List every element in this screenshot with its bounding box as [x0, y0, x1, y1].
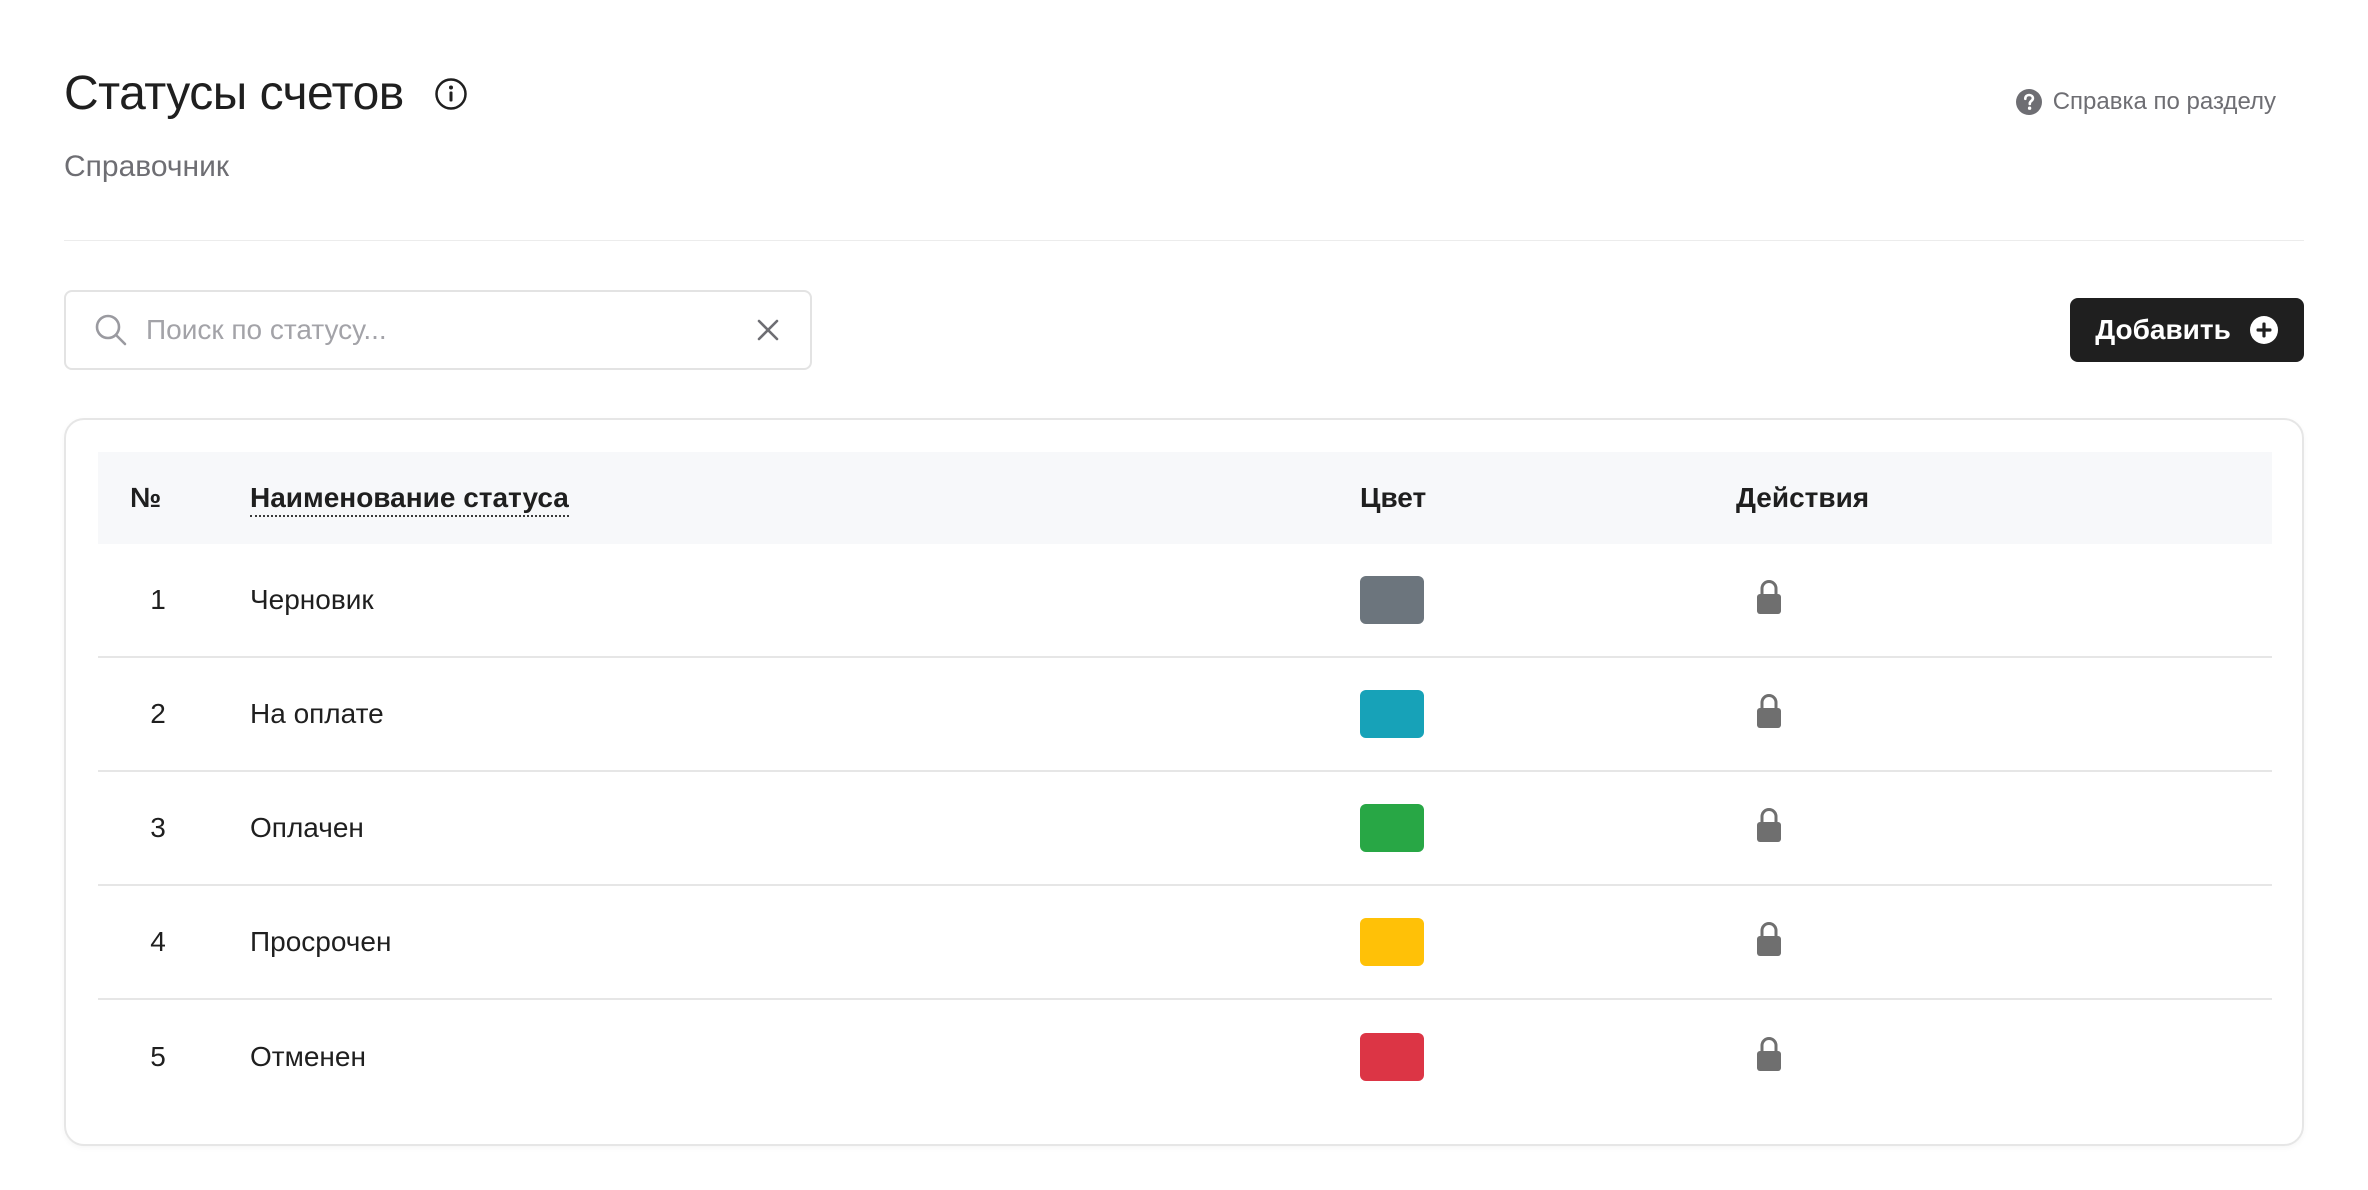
row-color-cell	[1360, 804, 1736, 852]
column-header-num: №	[130, 482, 162, 513]
row-actions-cell	[1736, 691, 2272, 738]
color-swatch	[1360, 804, 1424, 852]
question-circle-icon	[2015, 88, 2043, 116]
statuses-table: № Наименование статуса Цвет Действия 1 Ч…	[98, 452, 2272, 1114]
row-actions-cell	[1736, 919, 2272, 966]
lock-icon	[1752, 691, 1786, 731]
page-subtitle: Справочник	[64, 150, 229, 183]
column-header-name[interactable]: Наименование статуса	[250, 482, 569, 517]
column-header-actions: Действия	[1736, 482, 1870, 513]
search-icon	[94, 313, 128, 347]
row-actions-cell	[1736, 1034, 2272, 1081]
header-divider	[64, 240, 2304, 241]
info-icon[interactable]	[434, 77, 468, 111]
table-row: 1 Черновик	[98, 544, 2272, 658]
row-actions-cell	[1736, 577, 2272, 624]
color-swatch	[1360, 690, 1424, 738]
row-actions-cell	[1736, 805, 2272, 852]
table-row: 4 Просрочен	[98, 886, 2272, 1000]
column-header-name-cell: Наименование статуса	[250, 482, 1360, 517]
row-name: Отменен	[250, 1041, 366, 1072]
row-name: Оплачен	[250, 812, 364, 843]
search-field	[64, 290, 812, 370]
color-swatch	[1360, 576, 1424, 624]
page-header: Статусы счетов	[64, 66, 2304, 121]
row-num: 3	[150, 812, 166, 843]
add-button-label: Добавить	[2095, 314, 2231, 345]
title-row: Статусы счетов	[64, 66, 2304, 121]
row-num: 4	[150, 926, 166, 957]
row-color-cell	[1360, 690, 1736, 738]
table-header: № Наименование статуса Цвет Действия	[98, 452, 2272, 544]
help-link[interactable]: Справка по разделу	[2015, 88, 2276, 116]
table-row: 5 Отменен	[98, 1000, 2272, 1114]
table-row: 2 На оплате	[98, 658, 2272, 772]
row-color-cell	[1360, 576, 1736, 624]
close-icon[interactable]	[754, 316, 782, 344]
row-name: Просрочен	[250, 926, 392, 957]
add-button[interactable]: Добавить	[2070, 298, 2304, 362]
statuses-table-card: № Наименование статуса Цвет Действия 1 Ч…	[64, 418, 2304, 1146]
help-link-label: Справка по разделу	[2052, 88, 2276, 115]
lock-icon	[1752, 1034, 1786, 1074]
table-row: 3 Оплачен	[98, 772, 2272, 886]
row-color-cell	[1360, 918, 1736, 966]
lock-icon	[1752, 919, 1786, 959]
column-header-color: Цвет	[1360, 482, 1427, 513]
page: Статусы счетов Справочник Справка по раз…	[0, 0, 2368, 1190]
row-color-cell	[1360, 1033, 1736, 1081]
lock-icon	[1752, 805, 1786, 845]
color-swatch	[1360, 918, 1424, 966]
row-num: 5	[150, 1041, 166, 1072]
lock-icon	[1752, 577, 1786, 617]
search-input[interactable]	[146, 314, 754, 346]
row-num: 1	[150, 584, 166, 615]
color-swatch	[1360, 1033, 1424, 1081]
plus-circle-icon	[2249, 315, 2279, 345]
row-name: Черновик	[250, 584, 374, 615]
row-name: На оплате	[250, 698, 384, 729]
row-num: 2	[150, 698, 166, 729]
page-title: Статусы счетов	[64, 67, 404, 120]
